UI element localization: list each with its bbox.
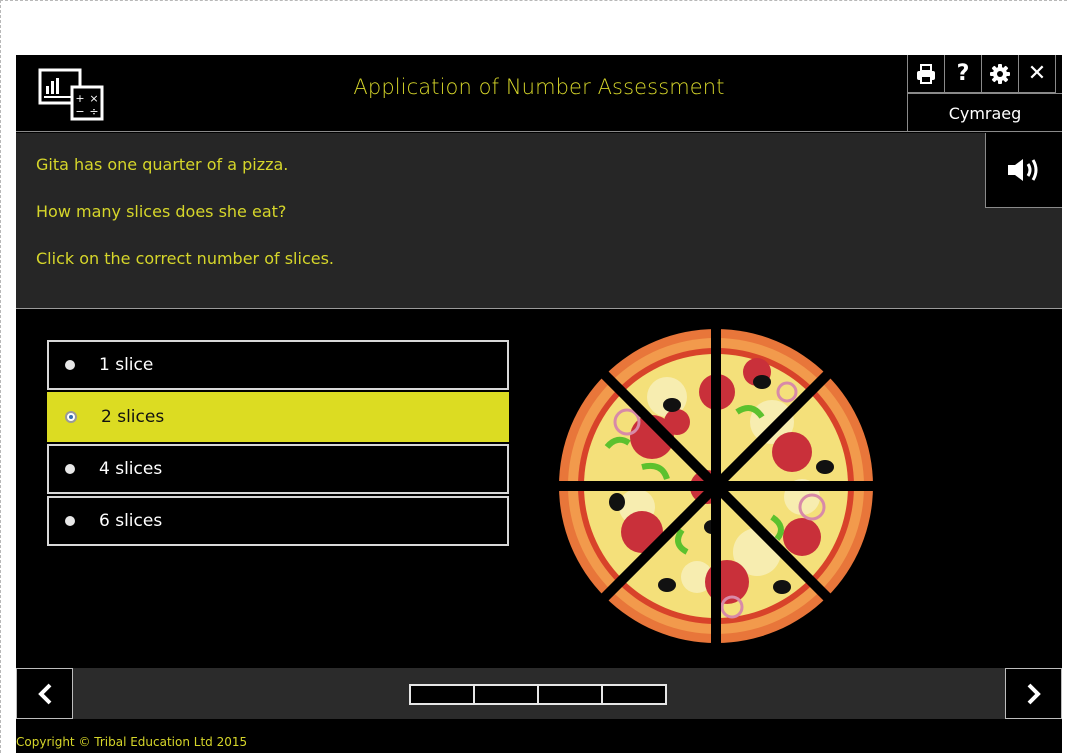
page-title: Application of Number Assessment [353, 75, 725, 99]
answer-label: 6 slices [99, 511, 163, 531]
progress-segment [601, 684, 667, 705]
question-icon: ? [956, 61, 970, 86]
answer-option[interactable]: 1 slice [47, 340, 509, 390]
assessment-window: + × − ÷ Application of Number Assessment… [16, 55, 1062, 753]
language-toggle-button[interactable]: Cymraeg [907, 93, 1062, 132]
gear-icon [990, 63, 1010, 84]
answer-option-selected[interactable]: 2 slices [47, 392, 509, 442]
question-text: Gita has one quarter of a pizza. [36, 155, 289, 174]
answer-option[interactable]: 6 slices [47, 496, 509, 546]
audio-button[interactable] [985, 133, 1062, 208]
svg-text:+: + [75, 92, 84, 105]
toolbar: ? ✕ [907, 55, 1056, 93]
answer-label: 4 slices [99, 459, 163, 479]
question-instruction: Click on the correct number of slices. [36, 249, 335, 268]
calculator-chart-icon: + × − ÷ [38, 68, 104, 121]
progress-segment [409, 684, 475, 705]
pizza-illustration [557, 327, 875, 645]
radio-button-selected[interactable] [65, 411, 77, 423]
chevron-right-icon [1027, 683, 1041, 704]
answer-label: 1 slice [99, 355, 154, 375]
svg-text:−: − [75, 105, 84, 118]
answer-label: 2 slices [101, 407, 165, 427]
close-button[interactable]: ✕ [1018, 55, 1056, 93]
settings-button[interactable] [981, 55, 1019, 93]
progress-segment [473, 684, 539, 705]
header: + × − ÷ Application of Number Assessment… [16, 55, 1062, 132]
speaker-icon [1008, 159, 1038, 181]
radio-button[interactable] [65, 360, 75, 370]
close-icon: ✕ [1027, 61, 1047, 86]
print-button[interactable] [907, 55, 945, 93]
question-prompt: How many slices does she eat? [36, 202, 287, 221]
chevron-left-icon [37, 683, 51, 704]
progress-indicator [409, 684, 667, 705]
help-button[interactable]: ? [944, 55, 982, 93]
svg-text:×: × [89, 92, 98, 105]
next-button[interactable] [1005, 668, 1062, 719]
copyright-text: Copyright © Tribal Education Ltd 2015 [16, 735, 248, 749]
question-panel: Gita has one quarter of a pizza. How man… [16, 133, 1062, 309]
answer-option[interactable]: 4 slices [47, 444, 509, 494]
svg-text:÷: ÷ [89, 105, 98, 118]
progress-segment [537, 684, 603, 705]
radio-button[interactable] [65, 516, 75, 526]
printer-icon [917, 63, 935, 84]
answer-options: 1 slice 2 slices 4 slices 6 slices [47, 340, 509, 548]
radio-button[interactable] [65, 464, 75, 474]
navigation-bar [16, 668, 1062, 719]
previous-button[interactable] [16, 668, 73, 719]
